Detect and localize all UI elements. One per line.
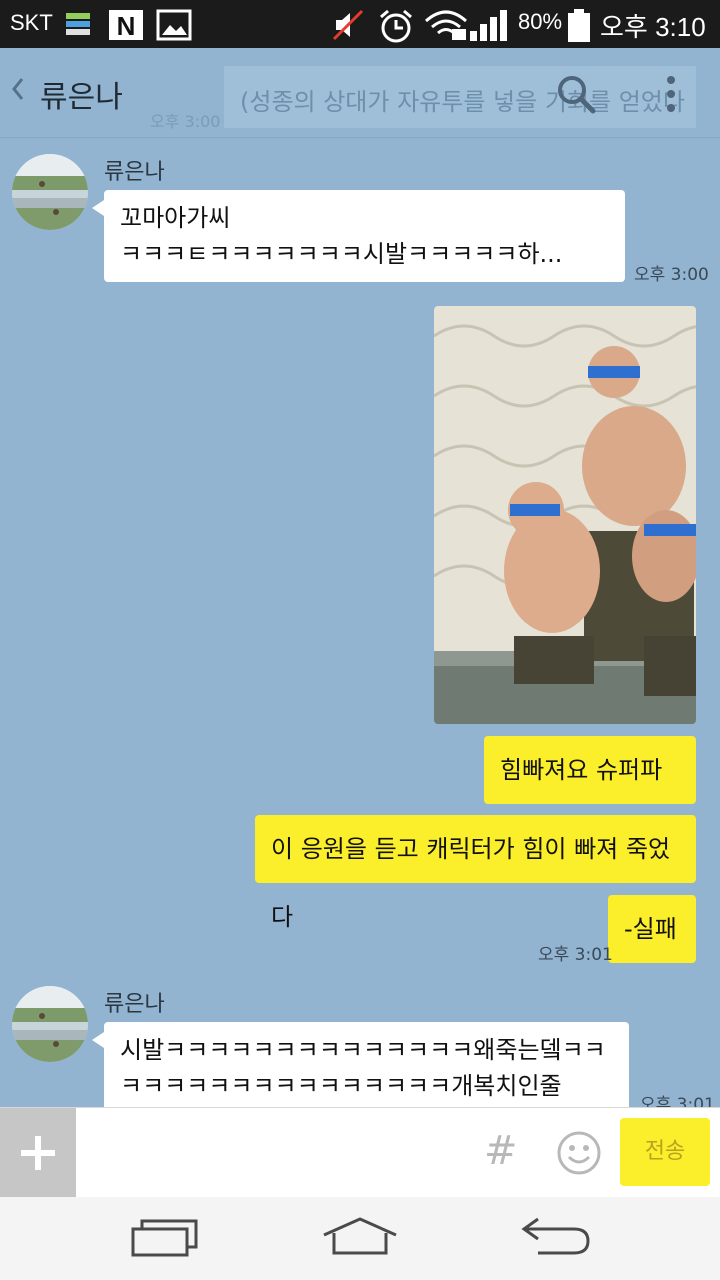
notice-text: (성종의 상대가 자유투를 넣을 기회를 얻었다 xyxy=(240,88,685,116)
wifi-icon xyxy=(424,9,468,45)
message-line: ㅋㅋㅋㅋㅋㅋㅋㅋㅋㅋㅋㅋㅋㅋㅋ개복치인줄 xyxy=(120,1072,562,1100)
status-bar: SKT N 80% 오후 3:10 xyxy=(0,0,720,48)
message-line: 시발ㅋㅋㅋㅋㅋㅋㅋㅋㅋㅋㅋㅋㅋㅋ왜죽는뎈ㅋㅋ xyxy=(120,1036,606,1064)
carrier-label: SKT xyxy=(10,10,53,35)
back-icon[interactable] xyxy=(518,1215,592,1263)
message-input[interactable] xyxy=(76,1108,476,1198)
message-line: 꼬마아가씨 xyxy=(120,204,231,232)
outgoing-message-bubble[interactable]: 힘빠져요 슈퍼파월 xyxy=(484,736,696,852)
search-icon[interactable] xyxy=(556,74,596,114)
recent-apps-icon[interactable] xyxy=(130,1215,200,1263)
alarm-icon xyxy=(376,9,416,47)
notice-banner[interactable]: (성종의 상대가 자유투를 넣을 기회를 얻었다 xyxy=(224,66,696,128)
svg-text:N: N xyxy=(117,11,136,41)
message-input-bar: # 전송 xyxy=(0,1107,720,1198)
avatar[interactable] xyxy=(12,154,88,230)
chat-header: 류은나 오후 3:00 (성종의 상대가 자유투를 넣을 기회를 얻었다 xyxy=(0,48,720,138)
signal-icon xyxy=(470,9,512,45)
notice-time: 오후 3:00 xyxy=(150,112,221,131)
message-line: ㅋㅋㅋㅌㅋㅋㅋㅋㅋㅋㅋ시발ㅋㅋㅋㅋㅋ하... xyxy=(120,240,563,268)
battery-percent: 80% xyxy=(518,9,563,34)
avatar[interactable] xyxy=(12,986,88,1062)
message-text: -실패 xyxy=(624,915,677,943)
message-time: 오후 3:00 xyxy=(634,265,709,285)
gallery-icon xyxy=(156,9,192,45)
more-options-icon[interactable] xyxy=(664,74,678,114)
chat-title[interactable]: 류은나 xyxy=(40,72,123,116)
outgoing-message-bubble[interactable]: -실패 xyxy=(608,895,696,963)
message-time: 오후 3:01 xyxy=(538,945,613,965)
mute-icon xyxy=(332,9,364,45)
n-app-icon: N xyxy=(108,9,144,45)
chevron-left-icon[interactable] xyxy=(10,76,26,109)
attach-button[interactable] xyxy=(0,1108,76,1198)
incoming-message-bubble[interactable]: 꼬마아가씨 ㅋㅋㅋㅌㅋㅋㅋㅋㅋㅋㅋ시발ㅋㅋㅋㅋㅋ하... xyxy=(92,190,625,282)
photo-message[interactable] xyxy=(434,306,696,724)
emoji-icon[interactable] xyxy=(556,1130,602,1176)
sender-name: 류은나 xyxy=(104,992,165,1017)
send-button[interactable]: 전송 xyxy=(620,1118,710,1186)
plus-icon xyxy=(21,1136,55,1170)
battery-icon xyxy=(566,9,592,47)
storage-icon xyxy=(66,9,90,41)
home-icon[interactable] xyxy=(320,1215,400,1263)
sender-name: 류은나 xyxy=(104,160,165,185)
clock: 오후 3:10 xyxy=(600,12,706,42)
hashtag-button[interactable]: # xyxy=(484,1128,518,1174)
incoming-message-bubble[interactable]: 시발ㅋㅋㅋㅋㅋㅋㅋㅋㅋㅋㅋㅋㅋㅋ왜죽는뎈ㅋㅋ ㅋㅋㅋㅋㅋㅋㅋㅋㅋㅋㅋㅋㅋㅋㅋ개복… xyxy=(92,1022,629,1114)
navigation-bar xyxy=(0,1197,720,1280)
outgoing-message-bubble[interactable]: 이 응원을 듣고 캐릭터가 힘이 빠져 죽었다 xyxy=(255,815,696,931)
